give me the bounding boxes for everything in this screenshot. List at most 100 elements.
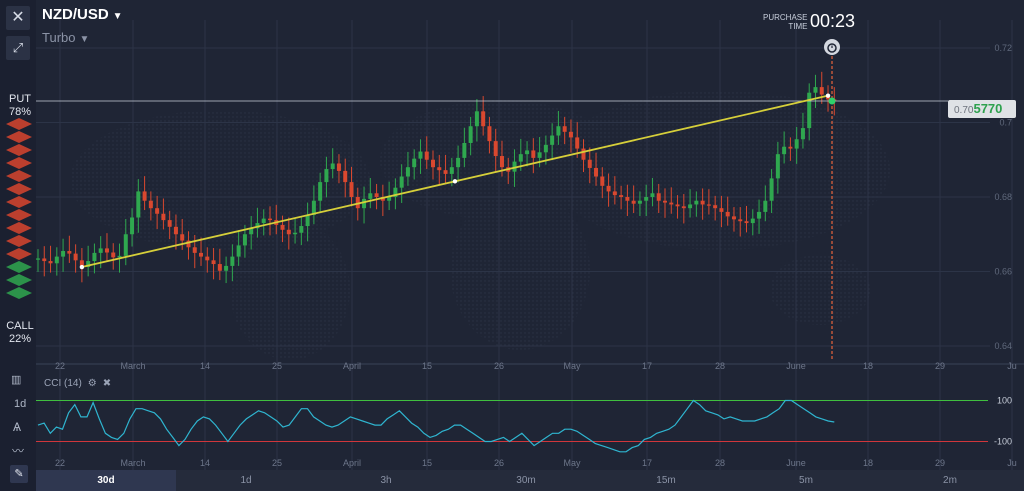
pencil-icon[interactable]: ✎ [10,465,28,483]
period-button[interactable]: 1d [14,398,26,410]
candle-body [794,139,799,149]
candle-body [123,234,128,256]
candle-body [713,205,718,209]
put-chevron [6,144,32,156]
candle-body [36,258,40,260]
candle-body [556,126,561,136]
candle-body [67,251,72,254]
candle-body [612,191,617,196]
trendline-handle [825,93,831,98]
candle-body [48,261,53,264]
cci-indicator: 100 -100 [36,396,1012,453]
candle-body [399,176,404,188]
candle-body [525,150,530,155]
indicators-icon[interactable]: Ѧ [13,420,21,434]
timeframe-1d[interactable]: 1d [176,470,316,491]
candle-body [136,191,141,218]
x-tick-label: 15 [422,458,432,468]
x-tick-label: May [563,361,581,371]
y-tick-label: 0.72 [994,43,1012,53]
candle-body [318,182,323,201]
x-tick-label: June [786,458,806,468]
candle-body [543,144,548,153]
x-tick-label: 17 [642,458,652,468]
candle-body [681,206,686,209]
candle-body [92,252,97,262]
candle-body [330,163,335,170]
mode-selector[interactable]: Turbo ▼ [42,30,89,45]
gear-icon[interactable]: ⚙ [88,378,97,389]
candle-body [644,197,649,201]
candle-body [800,128,805,140]
x-tick-label: Ju [1007,458,1017,468]
x-tick-label: March [120,458,145,468]
price-chart[interactable]: 100 -100 0.72 0.7 0.68 0.66 0.64 22 March 14 25 A… [0,0,1024,491]
x-tick-label: 17 [642,361,652,371]
candle-body [688,204,693,209]
x-tick-label: May [563,458,581,468]
candle-body [744,221,749,224]
candle-body [499,156,504,168]
trendline-handle [452,179,458,184]
call-percent: 22% [8,333,32,345]
candle-body [405,167,410,177]
purchase-timer: 00:23 [810,11,856,31]
candle-body [575,137,580,149]
candle-body [286,229,291,235]
candle-body [73,253,78,261]
candle-body [518,154,523,162]
call-chevron [6,261,32,273]
candle-body [731,216,736,220]
y-axis: 0.72 0.7 0.68 0.66 0.64 [994,43,1012,351]
candle-body [738,219,743,222]
chart-type-icon[interactable]: ▥ [11,373,21,386]
put-chevron [6,183,32,195]
y-tick-label: 0.66 [994,267,1012,277]
candle-body [449,167,454,174]
x-tick-label: 14 [200,458,210,468]
candle-body [224,265,229,271]
close-button[interactable]: ✕ [6,6,30,30]
candle-body [725,211,730,217]
candle-body [750,218,755,224]
timeframe-5m[interactable]: 5m [736,470,876,491]
timeframe-2m[interactable]: 2m [876,470,1024,491]
x-tick-label: 29 [935,361,945,371]
candle-body [205,256,210,261]
candle-body [211,260,216,265]
candle-body [230,256,235,266]
candle-body [631,200,636,204]
drawing-icon[interactable]: 〰 [12,442,24,459]
candle-body [694,200,699,205]
cci-upper-label: 100 [997,396,1012,406]
close-icon[interactable]: ✖ [103,378,111,389]
candle-body [424,151,429,160]
candle-body [299,226,304,233]
y-tick-label: 0.7 [999,118,1012,128]
candle-body [456,157,461,168]
timeframe-30m[interactable]: 30m [456,470,596,491]
candle-body [462,142,467,158]
candle-body [700,200,705,205]
candle-body [261,218,266,224]
trading-app: 100 -100 0.72 0.7 0.68 0.66 0.64 22 March 14 25 A… [0,0,1024,491]
x-tick-label: 15 [422,361,432,371]
candle-body [481,111,486,127]
call-label: CALL [6,320,34,332]
y-tick-label: 0.68 [994,192,1012,202]
x-tick-label: 22 [55,458,65,468]
candle-body [98,248,103,253]
candle-body [324,169,329,183]
candle-body [280,224,285,230]
expand-icon[interactable]: ⤢ [6,36,30,60]
candle-body [167,220,172,227]
candle-body [161,213,166,221]
timeframe-bar: 30d 1d 3h 30m 15m 5m 2m [36,470,1024,491]
candle-body [412,158,417,168]
timeframe-15m[interactable]: 15m [596,470,736,491]
asset-selector[interactable]: NZD/USD ▼ [42,6,123,23]
timeframe-30d[interactable]: 30d [36,470,176,491]
timeframe-3h[interactable]: 3h [316,470,456,491]
stopwatch-icon [824,39,840,55]
candle-body [663,200,667,203]
